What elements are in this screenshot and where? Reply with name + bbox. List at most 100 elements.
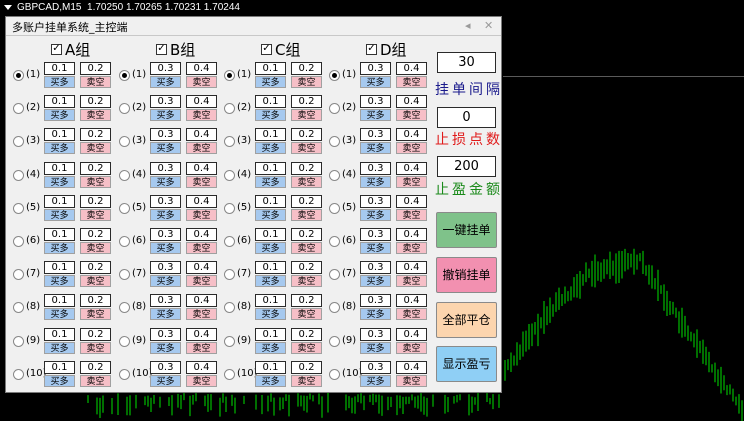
buy-button[interactable]: 买多 [255,242,286,254]
close-all-positions-button[interactable]: 全部平仓 [436,302,497,338]
buy-lot-input[interactable]: 0.3 [360,361,391,374]
buy-button[interactable]: 买多 [255,209,286,221]
sell-button[interactable]: 卖空 [80,308,111,320]
sell-lot-input[interactable]: 0.2 [291,195,322,208]
sell-button[interactable]: 卖空 [80,209,111,221]
sell-button[interactable]: 卖空 [186,342,217,354]
row-radio[interactable] [224,203,235,214]
buy-button[interactable]: 买多 [255,176,286,188]
buy-button[interactable]: 买多 [360,275,391,287]
buy-lot-input[interactable]: 0.3 [150,62,181,75]
row-radio[interactable] [13,170,24,181]
buy-lot-input[interactable]: 0.1 [44,162,75,175]
buy-lot-input[interactable]: 0.1 [255,62,286,75]
buy-button[interactable]: 买多 [44,342,75,354]
buy-lot-input[interactable]: 0.3 [150,162,181,175]
buy-lot-input[interactable]: 0.1 [44,294,75,307]
stoploss-input[interactable]: 0 [437,107,496,128]
group-checkbox[interactable]: ✓ [51,43,62,55]
sell-lot-input[interactable]: 0.2 [291,62,322,75]
row-radio[interactable] [329,369,340,380]
sell-button[interactable]: 卖空 [186,308,217,320]
buy-button[interactable]: 买多 [360,209,391,221]
buy-button[interactable]: 买多 [44,76,75,88]
buy-lot-input[interactable]: 0.1 [44,62,75,75]
row-radio[interactable] [329,136,340,147]
buy-lot-input[interactable]: 0.3 [360,62,391,75]
buy-button[interactable]: 买多 [255,308,286,320]
buy-button[interactable]: 买多 [360,308,391,320]
buy-button[interactable]: 买多 [44,308,75,320]
buy-button[interactable]: 买多 [255,142,286,154]
row-radio[interactable] [224,302,235,313]
buy-lot-input[interactable]: 0.3 [360,294,391,307]
buy-button[interactable]: 买多 [44,176,75,188]
row-radio[interactable] [119,103,130,114]
sell-button[interactable]: 卖空 [186,275,217,287]
sell-button[interactable]: 卖空 [186,176,217,188]
row-radio[interactable] [329,336,340,347]
buy-lot-input[interactable]: 0.3 [360,261,391,274]
sell-lot-input[interactable]: 0.2 [80,128,111,141]
buy-lot-input[interactable]: 0.3 [150,328,181,341]
sell-button[interactable]: 卖空 [396,308,427,320]
row-radio[interactable] [13,70,24,81]
row-radio[interactable] [329,103,340,114]
sell-button[interactable]: 卖空 [186,375,217,387]
sell-button[interactable]: 卖空 [396,242,427,254]
sell-button[interactable]: 卖空 [396,142,427,154]
buy-button[interactable]: 买多 [360,242,391,254]
sell-button[interactable]: 卖空 [291,308,322,320]
row-radio[interactable] [119,336,130,347]
buy-button[interactable]: 买多 [360,109,391,121]
sell-lot-input[interactable]: 0.2 [291,328,322,341]
sell-button[interactable]: 卖空 [186,142,217,154]
sell-button[interactable]: 卖空 [291,275,322,287]
buy-lot-input[interactable]: 0.1 [255,95,286,108]
sell-button[interactable]: 卖空 [80,142,111,154]
sell-lot-input[interactable]: 0.2 [80,95,111,108]
buy-button[interactable]: 买多 [150,342,181,354]
sell-lot-input[interactable]: 0.2 [80,361,111,374]
row-radio[interactable] [13,269,24,280]
sell-lot-input[interactable]: 0.4 [396,128,427,141]
sell-lot-input[interactable]: 0.4 [186,162,217,175]
sell-lot-input[interactable]: 0.2 [80,62,111,75]
buy-button[interactable]: 买多 [44,242,75,254]
buy-button[interactable]: 买多 [255,375,286,387]
row-radio[interactable] [119,70,130,81]
sell-lot-input[interactable]: 0.4 [396,294,427,307]
sell-button[interactable]: 卖空 [186,209,217,221]
buy-lot-input[interactable]: 0.3 [360,228,391,241]
buy-lot-input[interactable]: 0.3 [360,195,391,208]
buy-lot-input[interactable]: 0.1 [44,261,75,274]
row-radio[interactable] [224,136,235,147]
row-radio[interactable] [329,269,340,280]
dropdown-triangle-icon[interactable] [4,4,12,10]
row-radio[interactable] [329,70,340,81]
close-icon[interactable]: ✕ [484,19,493,32]
buy-lot-input[interactable]: 0.3 [150,195,181,208]
row-radio[interactable] [13,136,24,147]
sell-lot-input[interactable]: 0.4 [186,128,217,141]
sell-lot-input[interactable]: 0.4 [186,228,217,241]
row-radio[interactable] [119,369,130,380]
row-radio[interactable] [13,302,24,313]
sell-lot-input[interactable]: 0.2 [291,162,322,175]
row-radio[interactable] [224,269,235,280]
buy-lot-input[interactable]: 0.3 [360,162,391,175]
sell-button[interactable]: 卖空 [396,176,427,188]
buy-lot-input[interactable]: 0.3 [150,294,181,307]
sell-lot-input[interactable]: 0.2 [80,294,111,307]
row-radio[interactable] [119,136,130,147]
buy-lot-input[interactable]: 0.3 [360,95,391,108]
sell-lot-input[interactable]: 0.2 [80,328,111,341]
buy-lot-input[interactable]: 0.1 [255,361,286,374]
sell-button[interactable]: 卖空 [396,109,427,121]
sell-button[interactable]: 卖空 [291,342,322,354]
buy-lot-input[interactable]: 0.3 [150,261,181,274]
buy-button[interactable]: 买多 [44,142,75,154]
sell-button[interactable]: 卖空 [396,76,427,88]
sell-button[interactable]: 卖空 [80,76,111,88]
buy-button[interactable]: 买多 [44,109,75,121]
